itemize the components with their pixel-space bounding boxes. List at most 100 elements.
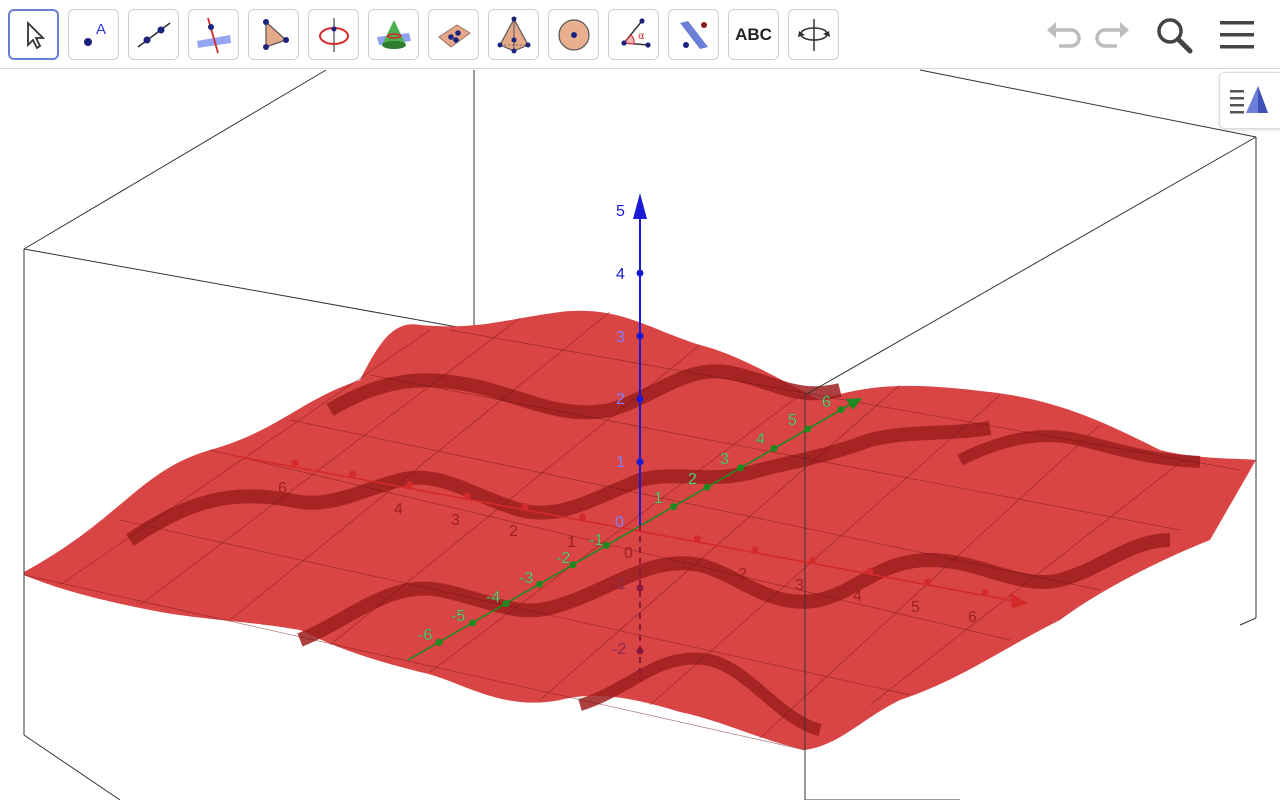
- y-label-neg4: -4: [486, 589, 500, 606]
- y-tick: [703, 483, 711, 491]
- search-icon: [1157, 18, 1193, 54]
- hamburger-menu-icon: [1220, 21, 1254, 49]
- angle-alpha-icon: α: [620, 17, 651, 48]
- y-label-3: 3: [720, 451, 729, 468]
- graphics-3d-view[interactable]: 5 4 3 2 1 0 -1 -2 6 5 4 3 2 1 0 1 2 3 4 …: [0, 69, 1280, 800]
- z-label-neg1: -1: [612, 576, 626, 593]
- svg-text:A: A: [96, 21, 106, 38]
- redo-button[interactable]: [1089, 12, 1135, 58]
- x-tick: [924, 578, 931, 586]
- plane-tool[interactable]: [428, 9, 479, 60]
- x-label-5: 5: [911, 599, 920, 616]
- text-tool[interactable]: ABC: [728, 9, 779, 60]
- z-label-3: 3: [616, 329, 625, 346]
- plane-through-points-icon: [437, 23, 471, 48]
- undo-button[interactable]: [1041, 12, 1087, 58]
- perpendicular-line-plane-icon: [196, 17, 231, 53]
- main-menu-button[interactable]: [1214, 12, 1260, 58]
- y-tick: [435, 638, 443, 646]
- x-label-neg5: 5: [336, 490, 345, 507]
- x-label-neg2: 2: [509, 523, 518, 540]
- x-label-neg4: 4: [394, 501, 403, 518]
- x-label-neg6: 6: [278, 480, 287, 497]
- circle-around-axis-icon: [318, 17, 349, 52]
- y-tick: [502, 600, 510, 608]
- z-tick: [636, 647, 644, 655]
- rotate-3d-view-icon: [797, 18, 830, 51]
- y-label-2: 2: [688, 471, 697, 488]
- y-label-4: 4: [756, 431, 765, 448]
- intersect-cone-plane-icon: [376, 19, 411, 49]
- y-tick: [536, 580, 543, 588]
- z-label-4: 4: [616, 266, 625, 283]
- y-tick: [804, 425, 811, 433]
- polygon-tool[interactable]: [248, 9, 299, 60]
- perpendicular-tool[interactable]: [188, 9, 239, 60]
- x-label-6: 6: [968, 609, 977, 626]
- undo-icon: [1047, 22, 1081, 48]
- x-label-0: 0: [624, 545, 633, 562]
- y-label-neg5: -5: [451, 608, 465, 625]
- sphere-tool[interactable]: [548, 9, 599, 60]
- y-label-neg1: -1: [589, 532, 603, 549]
- z-axis-arrow: [633, 193, 647, 219]
- point-tool[interactable]: A: [68, 9, 119, 60]
- x-tick: [349, 470, 356, 478]
- z-label-2: 2: [616, 391, 625, 408]
- line-through-points-icon: [137, 21, 170, 48]
- y-label-neg2: -2: [556, 550, 570, 567]
- z-label-5: 5: [616, 203, 625, 220]
- svg-text:α: α: [638, 31, 645, 42]
- angle-tool[interactable]: α: [608, 9, 659, 60]
- point-with-label-icon: A: [83, 21, 106, 46]
- y-label-6: 6: [822, 394, 831, 411]
- x-label-neg1: 1: [567, 534, 576, 551]
- z-tick: [636, 332, 644, 340]
- z-label-0: 0: [615, 514, 624, 531]
- polygon-icon: [262, 18, 289, 50]
- rotate-view-tool[interactable]: [788, 9, 839, 60]
- y-tick: [837, 406, 845, 414]
- z-label-neg2: -2: [612, 641, 626, 658]
- x-label-3: 3: [795, 577, 804, 594]
- reflect-tool[interactable]: [668, 9, 719, 60]
- toolbar: A α ABC: [0, 0, 1280, 69]
- z-tick: [636, 458, 644, 466]
- reflect-about-plane-icon: [679, 20, 708, 49]
- sphere-icon: [557, 18, 590, 51]
- x-tick: [406, 481, 414, 489]
- y-tick: [670, 503, 677, 511]
- x-tick: [291, 459, 299, 467]
- arrow-cursor-icon: [26, 20, 45, 49]
- z-tick: [636, 269, 644, 277]
- y-tick: [569, 561, 577, 569]
- y-label-neg3: -3: [519, 570, 533, 587]
- pyramid-tool[interactable]: [488, 9, 539, 60]
- x-tick: [521, 502, 529, 510]
- redo-icon: [1095, 22, 1129, 48]
- intersect-surfaces-tool[interactable]: [368, 9, 419, 60]
- x-label-4: 4: [853, 588, 862, 605]
- y-tick: [469, 619, 476, 627]
- x-label-1: 1: [680, 555, 689, 572]
- x-tick: [751, 546, 759, 554]
- circle-axis-tool[interactable]: [308, 9, 359, 60]
- x-tick: [579, 513, 586, 521]
- x-tick: [866, 567, 874, 575]
- x-tick: [694, 535, 701, 543]
- x-label-neg3: 3: [451, 512, 460, 529]
- line-tool[interactable]: [128, 9, 179, 60]
- move-tool[interactable]: [8, 9, 59, 60]
- z-label-1: 1: [616, 454, 625, 471]
- z-tick: [636, 395, 644, 403]
- y-tick: [770, 444, 778, 452]
- search-button[interactable]: [1151, 12, 1197, 58]
- z-tick: [636, 584, 644, 592]
- x-tick: [464, 492, 471, 500]
- x-tick: [981, 589, 989, 597]
- y-label-1: 1: [654, 490, 663, 507]
- y-tick: [737, 464, 744, 472]
- x-tick: [809, 556, 816, 564]
- y-label-5: 5: [788, 412, 797, 429]
- y-label-neg6: -6: [418, 627, 432, 644]
